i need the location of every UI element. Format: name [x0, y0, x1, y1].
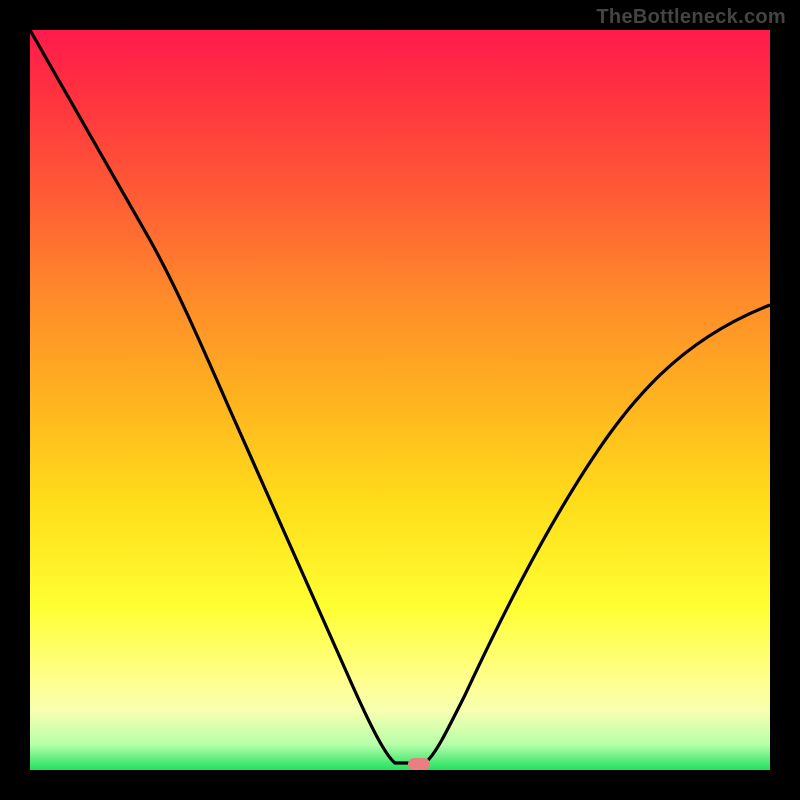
optimum-marker — [408, 758, 430, 770]
watermark-text: TheBottleneck.com — [596, 6, 786, 29]
curve-svg — [30, 30, 770, 770]
bottleneck-curve — [30, 30, 770, 763]
plot-area — [30, 30, 770, 770]
chart-frame: TheBottleneck.com — [0, 0, 800, 800]
